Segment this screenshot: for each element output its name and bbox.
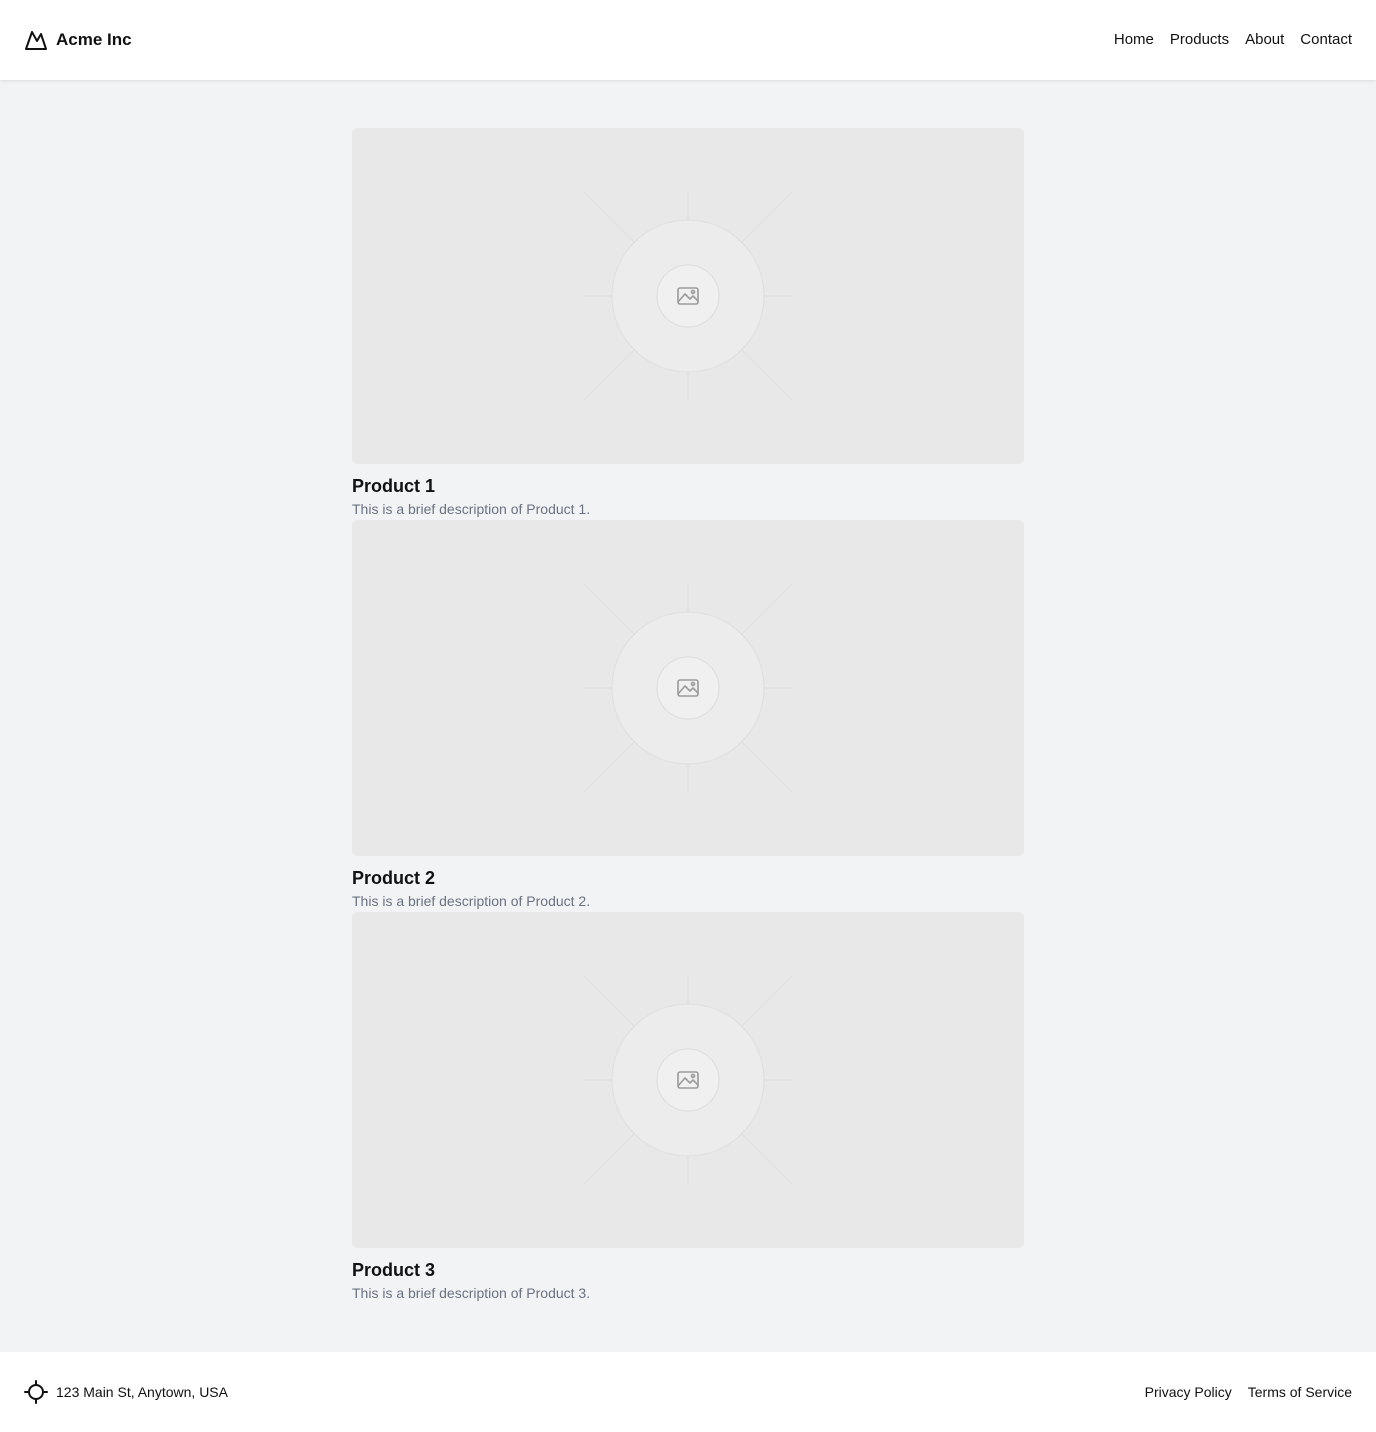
image-placeholder-icon (583, 583, 793, 793)
address-text: 123 Main St, Anytown, USA (56, 1384, 228, 1400)
product-title: Product 2 (352, 868, 436, 888)
nav-about-link[interactable]: About (1245, 28, 1284, 52)
nav-home-link[interactable]: Home (1114, 28, 1154, 52)
product-title: Product 1 (352, 476, 436, 496)
product-image (352, 912, 1024, 1248)
product-card: Product 1 This is a brief description of… (352, 128, 1024, 520)
product-card: Product 3 This is a brief description of… (352, 912, 1024, 1304)
product-description: This is a brief description of Product 1… (352, 501, 591, 517)
crosshair-icon (24, 1380, 48, 1404)
product-title: Product 3 (352, 1260, 436, 1280)
product-list: Product 1 This is a brief description of… (352, 128, 1024, 1304)
footer-links: Privacy Policy Terms of Service (1145, 1380, 1352, 1404)
product-image (352, 520, 1024, 856)
product-card: Product 2 This is a brief description of… (352, 520, 1024, 912)
main-nav: Home Products About Contact (1114, 28, 1352, 52)
site-header: Acme Inc Home Products About Contact (0, 0, 1376, 80)
mountain-icon (24, 28, 48, 52)
site-footer: 123 Main St, Anytown, USA Privacy Policy… (0, 1352, 1376, 1432)
brand-name: Acme Inc (56, 30, 132, 49)
privacy-policy-link[interactable]: Privacy Policy (1145, 1380, 1232, 1404)
product-description: This is a brief description of Product 3… (352, 1285, 591, 1301)
nav-products-link[interactable]: Products (1170, 28, 1229, 52)
image-placeholder-icon (583, 191, 793, 401)
brand-link[interactable]: Acme Inc (24, 28, 132, 52)
image-placeholder-icon (583, 975, 793, 1185)
product-description: This is a brief description of Product 2… (352, 893, 591, 909)
terms-of-service-link[interactable]: Terms of Service (1248, 1380, 1352, 1404)
nav-contact-link[interactable]: Contact (1300, 28, 1352, 52)
footer-address: 123 Main St, Anytown, USA (24, 1380, 228, 1404)
product-image (352, 128, 1024, 464)
